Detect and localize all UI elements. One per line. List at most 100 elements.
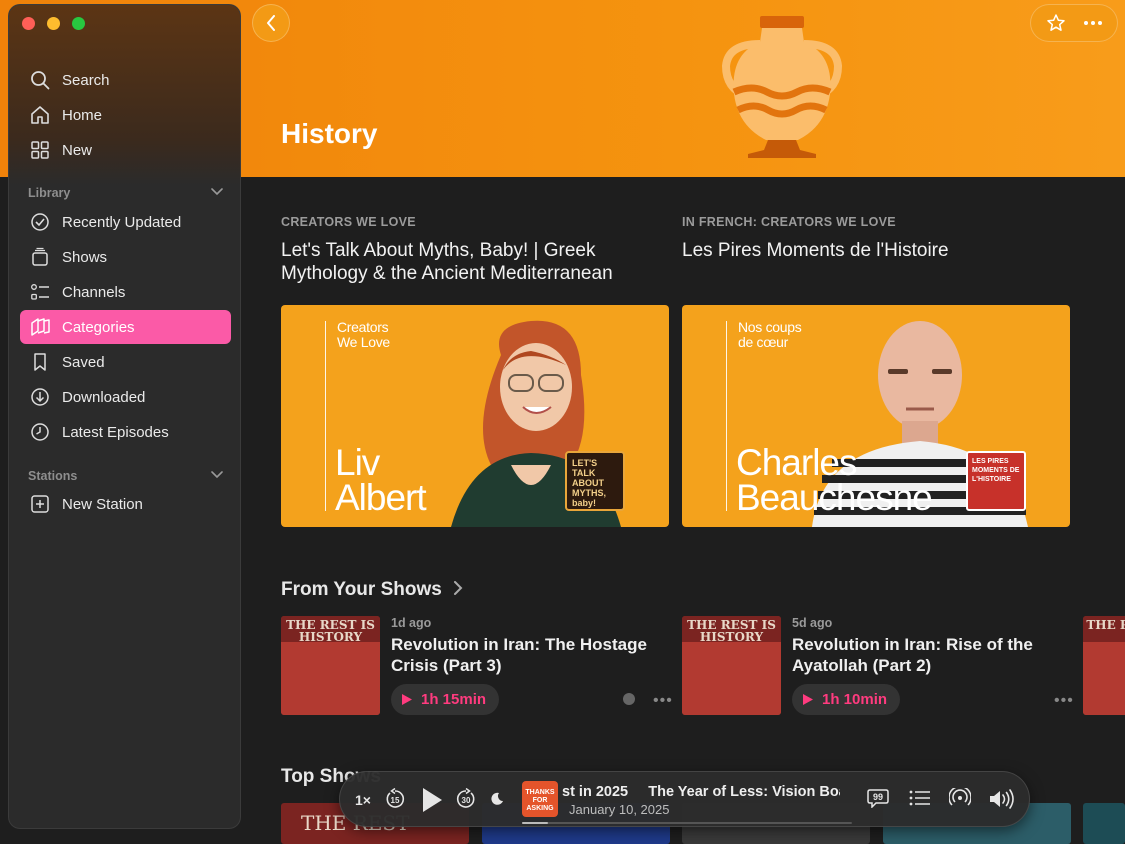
checkmark-circle-icon [31, 213, 49, 231]
stack-icon [32, 247, 48, 266]
skip-forward-label: 30 [462, 796, 471, 805]
card-divider [325, 321, 326, 511]
more-options-icon[interactable]: ••• [653, 692, 673, 710]
house-icon [31, 106, 49, 124]
sidebar-item-label: Recently Updated [62, 213, 182, 231]
sidebar-item-label: Home [62, 106, 103, 124]
play-icon[interactable] [420, 786, 444, 814]
sidebar-item-search[interactable]: Search [20, 63, 231, 97]
sidebar-item-label: Categories [62, 318, 135, 336]
minimize-window-button[interactable] [47, 17, 60, 30]
skip-back-label: 15 [391, 796, 400, 805]
sidebar-item-label: Channels [62, 283, 126, 301]
transcript-icon[interactable]: 99 [867, 788, 889, 808]
card-host-name: Liv Albert [335, 442, 427, 518]
sidebar-item-new[interactable]: New [20, 133, 231, 167]
sidebar-item-saved[interactable]: Saved [20, 345, 231, 379]
artwork-text: THANKS FOR ASKING [525, 789, 555, 812]
card-subtitle: Nos coups de cœur [738, 319, 802, 350]
artwork-text: THE REST IS HISTORY [682, 616, 781, 644]
hero-actions-group [1030, 4, 1118, 42]
download-icon [31, 388, 49, 406]
queue-list-icon[interactable] [909, 788, 931, 808]
episode-item[interactable]: THE REST IS HISTORY 1d ago Revolution in… [281, 616, 681, 716]
sidebar-item-home[interactable]: Home [20, 98, 231, 132]
chevron-down-icon[interactable] [211, 188, 223, 196]
episode-age: 5d ago [792, 616, 833, 630]
more-options-icon[interactable] [1083, 20, 1103, 26]
sidebar-item-shows[interactable]: Shows [20, 240, 231, 274]
skip-forward-30-icon[interactable]: 30 [455, 788, 477, 810]
more-options-icon[interactable]: ••• [1054, 692, 1074, 710]
sidebar-item-label: Shows [62, 248, 108, 266]
artwork-text: THE REST IS HISTORY [281, 616, 380, 644]
sidebar-item-categories[interactable]: Categories [20, 310, 231, 344]
sidebar-item-latest-episodes[interactable]: Latest Episodes [20, 415, 231, 449]
card-divider [726, 321, 727, 511]
grid-icon [31, 141, 49, 159]
sidebar-item-label: New Station [62, 495, 143, 513]
featured-eyebrow: IN FRENCH: CREATORS WE LOVE [682, 215, 896, 229]
sleep-timer-icon[interactable] [490, 792, 504, 806]
episode-item[interactable]: THE REST IS HISTORY 5d ago Revolution in… [682, 616, 1082, 716]
episode-artwork: THE RE IS HI [1083, 616, 1125, 715]
back-button[interactable] [252, 4, 290, 42]
episode-meta: 5d ago Revolution in Iran: Rise of the A… [792, 616, 1072, 676]
show-badge: LES PIRES MOMENTS DE L'HISTOIRE [966, 451, 1026, 511]
zoom-window-button[interactable] [72, 17, 85, 30]
amphora-icon [722, 16, 842, 158]
volume-icon[interactable] [988, 788, 1016, 810]
featured-eyebrow: CREATORS WE LOVE [281, 215, 416, 229]
sidebar-item-recently-updated[interactable]: Recently Updated [20, 205, 231, 239]
airplay-icon[interactable] [949, 788, 971, 810]
play-episode-button[interactable]: 1h 10min [792, 684, 901, 715]
from-your-shows-header[interactable]: From Your Shows [281, 579, 463, 601]
progress-fill [522, 822, 549, 824]
episode-item-partial[interactable]: THE RE IS HI [1083, 616, 1125, 716]
featured-card[interactable]: Nos coups de cœur Charles Beauchesne LES… [682, 305, 1070, 527]
featured-item-2: IN FRENCH: CREATORS WE LOVE Les Pires Mo… [682, 215, 1070, 527]
featured-title[interactable]: Les Pires Moments de l'Histoire [682, 239, 1070, 287]
episode-artwork: THE REST IS HISTORY [682, 616, 781, 715]
now-playing-title[interactable]: st in 2025 The Year of Less: Vision Boa [562, 784, 840, 800]
categories-icon [31, 318, 50, 336]
sidebar-item-label: Saved [62, 353, 105, 371]
featured-title[interactable]: Let's Talk About Myths, Baby! | Greek My… [281, 239, 669, 287]
artwork-image [682, 642, 781, 715]
play-episode-button[interactable]: 1h 15min [391, 684, 500, 715]
download-status-icon [623, 693, 635, 705]
now-playing-artwork[interactable]: THANKS FOR ASKING [522, 781, 558, 817]
sidebar-item-label: Latest Episodes [62, 423, 169, 441]
close-window-button[interactable] [22, 17, 35, 30]
episode-age: 1d ago [391, 616, 432, 630]
featured-card[interactable]: Creators We Love Liv Albert LET'S TALK A… [281, 305, 669, 527]
top-show-thumbnail[interactable] [1083, 803, 1125, 844]
sidebar-item-label: Search [62, 71, 110, 89]
star-icon[interactable] [1046, 13, 1066, 33]
chevron-left-icon [267, 15, 275, 31]
sidebar-item-channels[interactable]: Channels [20, 275, 231, 309]
library-group-label[interactable]: Library [28, 186, 70, 200]
mini-player: 1× 15 30 THANKS FOR ASKING st in 2025 Th… [339, 771, 1030, 827]
sidebar-item-new-station[interactable]: New Station [20, 487, 231, 521]
episode-title[interactable]: Revolution in Iran: Rise of the Ayatolla… [792, 634, 1072, 676]
chevron-right-icon [454, 581, 463, 595]
playback-speed-button[interactable]: 1× [355, 792, 371, 808]
bookmark-icon [34, 353, 46, 371]
show-badge: LET'S TALK ABOUT MYTHS, baby! [565, 451, 625, 511]
episode-title[interactable]: Revolution in Iran: The Hostage Crisis (… [391, 634, 671, 676]
skip-back-15-icon[interactable]: 15 [384, 788, 406, 810]
list-icon [31, 284, 49, 300]
artwork-image [1083, 642, 1125, 715]
playback-progress-bar[interactable] [522, 822, 852, 824]
sidebar-item-label: Downloaded [62, 388, 146, 406]
sidebar-item-downloaded[interactable]: Downloaded [20, 380, 231, 414]
artwork-text: THE RE IS HI [1083, 616, 1125, 644]
stations-group-label[interactable]: Stations [28, 469, 77, 483]
now-playing-date: January 10, 2025 [569, 802, 670, 817]
clock-icon [31, 423, 49, 441]
plus-square-icon [31, 495, 49, 513]
episode-meta: 1d ago Revolution in Iran: The Hostage C… [391, 616, 671, 676]
page-title: History [281, 118, 378, 149]
chevron-down-icon[interactable] [211, 471, 223, 479]
